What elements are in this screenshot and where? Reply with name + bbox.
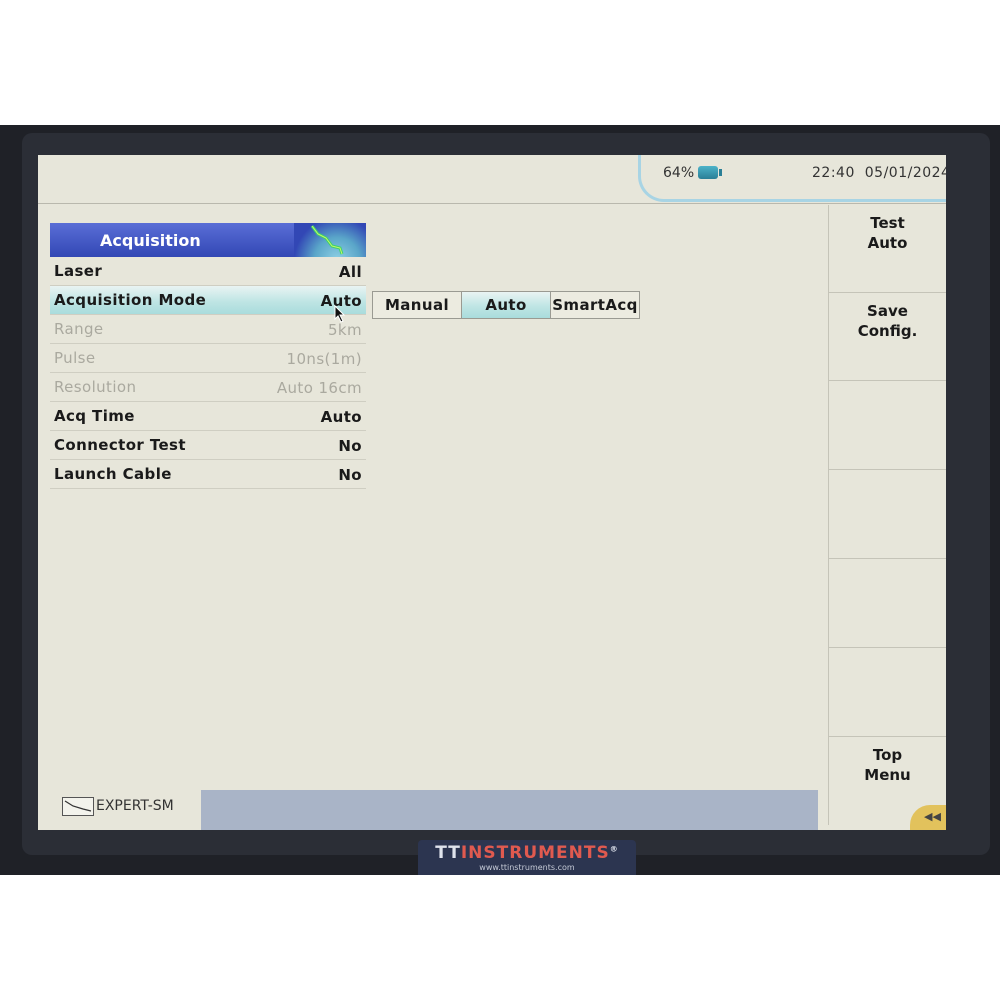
battery-icon: [698, 166, 722, 179]
menu-row-acq-time[interactable]: Acq Time Auto: [50, 402, 366, 431]
menu-row-label: Connector Test: [54, 436, 186, 454]
mouse-pointer-icon: [334, 305, 346, 323]
option-smartacq[interactable]: SmartAcq: [551, 291, 640, 319]
bottom-info-bar: [201, 790, 818, 830]
menu-title: Acquisition: [100, 231, 201, 250]
brand-mark: ®: [609, 844, 619, 854]
menu-row-value: No: [338, 466, 362, 484]
softkeys-panel: Test Auto Save Config. Top Menu: [828, 205, 946, 825]
menu-row-acquisition-mode[interactable]: Acquisition Mode Auto: [50, 286, 366, 315]
save-config-line1: Save: [867, 302, 908, 320]
top-menu-line2: Menu: [864, 766, 911, 784]
softkey-blank-3[interactable]: [828, 559, 946, 648]
status-bar: 64% 22:40 05/01/2024: [38, 155, 946, 204]
menu-row-connector-test[interactable]: Connector Test No: [50, 431, 366, 460]
menu-header: Acquisition: [50, 223, 366, 257]
softkey-blank-4[interactable]: [828, 648, 946, 737]
softkey-blank-1[interactable]: [828, 381, 946, 470]
softkey-blank-2[interactable]: [828, 470, 946, 559]
top-menu-line1: Top: [872, 746, 903, 764]
menu-row-range: Range 5km: [50, 315, 366, 344]
menu-row-laser[interactable]: Laser All: [50, 257, 366, 286]
brand-name-suffix: INSTRUMENTS: [460, 843, 610, 863]
brand-url: www.ttinstruments.com: [479, 863, 575, 872]
date: 05/01/2024: [864, 165, 946, 181]
menu-row-value: 10ns(1m): [286, 350, 362, 368]
time: 22:40: [812, 165, 855, 181]
mode-label: EXPERT-SM: [96, 798, 174, 814]
mode-indicator[interactable]: EXPERT-SM: [52, 795, 202, 821]
menu-row-label: Launch Cable: [54, 465, 172, 483]
acquisition-menu: Acquisition Laser All Acquisition Mode Auto…: [50, 223, 366, 489]
option-manual[interactable]: Manual: [372, 291, 462, 319]
test-auto-line2: Auto: [867, 234, 908, 252]
menu-row-label: Acquisition Mode: [54, 291, 207, 309]
test-auto-button[interactable]: Test Auto: [828, 205, 946, 293]
menu-row-label: Acq Time: [54, 407, 135, 425]
save-config-line2: Config.: [857, 322, 918, 340]
menu-row-value: All: [338, 263, 362, 281]
menu-row-label: Range: [54, 320, 104, 338]
menu-row-label: Laser: [54, 262, 103, 280]
brand-name: TTINSTRUMENTS®: [418, 840, 636, 863]
menu-row-value: 5km: [327, 321, 362, 339]
menu-row-label: Resolution: [54, 378, 137, 396]
battery-percent: 64%: [663, 165, 695, 181]
menu-row-value: Auto: [320, 408, 362, 426]
otdr-trace-icon: [294, 223, 366, 257]
option-auto[interactable]: Auto: [462, 291, 551, 319]
save-config-button[interactable]: Save Config.: [828, 293, 946, 381]
menu-row-value: No: [338, 437, 362, 455]
menu-row-value: Auto 16cm: [276, 379, 362, 397]
acquisition-mode-options: Manual Auto SmartAcq: [372, 291, 640, 319]
test-auto-line1: Test: [870, 214, 905, 232]
menu-row-resolution: Resolution Auto 16cm: [50, 373, 366, 402]
otdr-mode-icon: [62, 797, 94, 816]
brand-name-prefix: TT: [435, 843, 461, 863]
datetime: 22:40 05/01/2024: [812, 165, 946, 181]
menu-row-launch-cable[interactable]: Launch Cable No: [50, 460, 366, 489]
menu-row-label: Pulse: [54, 349, 96, 367]
menu-row-pulse: Pulse 10ns(1m): [50, 344, 366, 373]
brand-logo: TTINSTRUMENTS® www.ttinstruments.com: [418, 840, 636, 875]
screen: 64% 22:40 05/01/2024 Acquisition Laser Al…: [38, 155, 946, 830]
